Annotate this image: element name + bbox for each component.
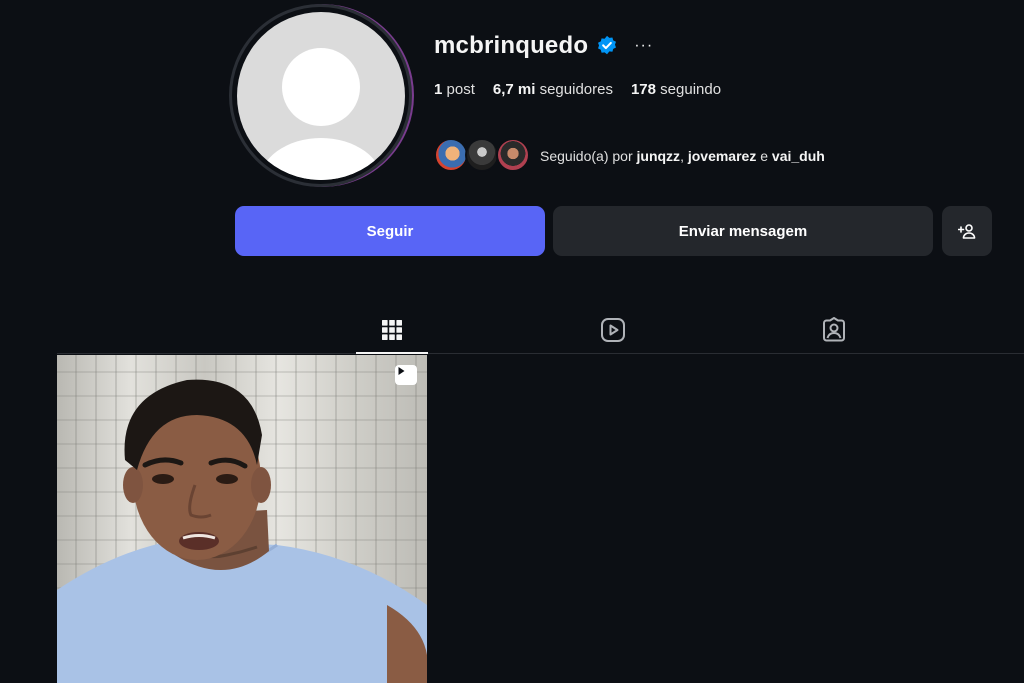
avatar xyxy=(496,138,530,172)
followers-count[interactable]: 6,7 mi seguidores xyxy=(493,81,613,98)
username: mcbrinquedo xyxy=(434,32,589,59)
verified-badge-icon xyxy=(598,35,617,55)
tabs-divider xyxy=(57,353,1024,354)
followed-by[interactable]: Seguido(a) por junqzz, jovemarez e vai_d… xyxy=(434,138,825,174)
suggested-accounts-button[interactable] xyxy=(942,206,992,256)
follow-button[interactable]: Seguir xyxy=(235,206,545,256)
post-image xyxy=(57,379,427,683)
send-message-button[interactable]: Enviar mensagem xyxy=(553,206,933,256)
default-avatar-icon xyxy=(236,11,405,180)
reel-indicator-icon xyxy=(395,365,417,385)
tab-posts[interactable] xyxy=(374,312,410,348)
followed-by-text: Seguido(a) por junqzz, jovemarez e vai_d… xyxy=(540,148,825,164)
active-tab-indicator xyxy=(356,352,428,354)
avatar xyxy=(465,138,499,172)
more-options-icon[interactable]: ··· xyxy=(634,37,653,55)
profile-header: mcbrinquedo ··· xyxy=(434,30,653,62)
profile-stats: 1 post 6,7 mi seguidores 178 seguindo xyxy=(434,81,721,98)
profile-avatar[interactable] xyxy=(229,4,412,187)
avatar xyxy=(434,138,468,172)
tab-tagged[interactable] xyxy=(816,312,852,348)
following-count[interactable]: 178 seguindo xyxy=(631,81,721,98)
post-thumbnail[interactable] xyxy=(57,355,427,683)
profile-page: mcbrinquedo ··· 1 post 6,7 mi seguidores… xyxy=(0,0,1024,683)
tab-reels[interactable] xyxy=(595,312,631,348)
mutual-avatars xyxy=(434,138,534,174)
posts-count: 1 post xyxy=(434,81,475,98)
grid-icon xyxy=(382,320,402,340)
reels-icon xyxy=(601,318,625,342)
person-plus-icon xyxy=(958,224,976,239)
tagged-icon xyxy=(823,317,845,342)
